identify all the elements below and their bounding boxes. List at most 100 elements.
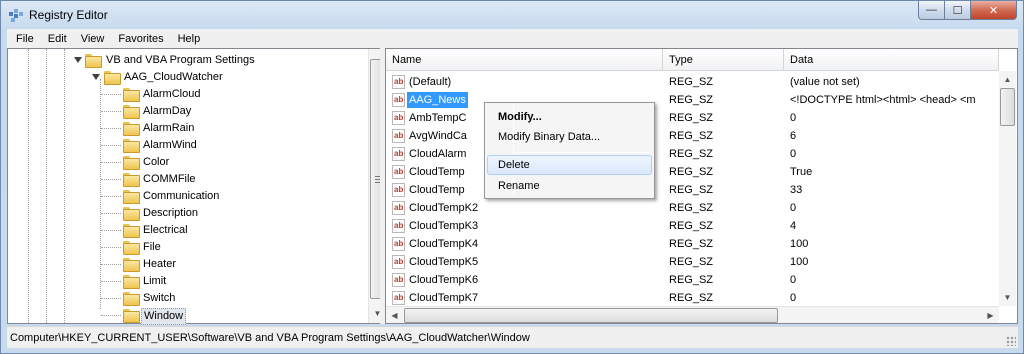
- string-value-icon: ab: [392, 219, 405, 233]
- status-path: Computer\HKEY_CURRENT_USER\Software\VB a…: [10, 332, 530, 344]
- list-hscroll-thumb[interactable]: [404, 308, 778, 323]
- string-value-icon: ab: [392, 273, 405, 287]
- tree-item-switch[interactable]: Switch: [8, 290, 366, 307]
- value-data: 100: [790, 256, 809, 268]
- tree-item-label: Communication: [143, 190, 220, 202]
- menu-item-delete[interactable]: Delete: [487, 155, 652, 175]
- tree-item-vb-settings[interactable]: VB and VBA Program Settings: [8, 52, 366, 69]
- value-name: CloudTemp: [409, 184, 465, 196]
- value-name: CloudTempK6: [409, 274, 479, 286]
- resize-grip-icon[interactable]: [1006, 336, 1016, 346]
- tree-item-description[interactable]: Description: [8, 205, 366, 222]
- string-value-icon: ab: [392, 129, 405, 143]
- list-row[interactable]: ab CloudTempK2 REG_SZ 0: [386, 199, 1001, 217]
- list-row[interactable]: ab CloudTempK4 REG_SZ 100: [386, 235, 1001, 253]
- list-row[interactable]: ab CloudTempK5 REG_SZ 100: [386, 253, 1001, 271]
- registry-editor-window: Registry Editor — ☐ ✕ File Edit View Fav…: [0, 0, 1024, 354]
- menu-file[interactable]: File: [9, 33, 41, 45]
- title-bar[interactable]: Registry Editor — ☐ ✕: [1, 1, 1023, 29]
- string-value-icon: ab: [392, 255, 405, 269]
- column-header-data[interactable]: Data: [784, 49, 999, 71]
- tree-item-label: Description: [143, 207, 199, 219]
- value-data: 100: [790, 238, 809, 250]
- scroll-left-arrow-icon[interactable]: ◀: [386, 307, 403, 324]
- menu-favorites[interactable]: Favorites: [111, 33, 170, 45]
- menu-item-rename[interactable]: Rename: [487, 176, 652, 196]
- window-title: Registry Editor: [29, 8, 108, 22]
- string-value-icon: ab: [392, 147, 405, 161]
- scroll-down-arrow-icon[interactable]: ▼: [999, 289, 1016, 306]
- collapse-arrow-icon[interactable]: [92, 74, 100, 80]
- value-data: <!DOCTYPE html><html> <head> <m: [790, 94, 976, 106]
- tree-item-alarmcloud[interactable]: AlarmCloud: [8, 86, 366, 103]
- tree-item-file[interactable]: File: [8, 239, 366, 256]
- value-data: 0: [790, 112, 797, 124]
- value-type: REG_SZ: [669, 94, 714, 106]
- registry-editor-icon: [9, 9, 23, 22]
- tree-item-label: Limit: [143, 275, 167, 287]
- list-row[interactable]: ab (Default) REG_SZ (value not set): [386, 73, 1001, 91]
- tree-item-heater[interactable]: Heater: [8, 256, 366, 273]
- menu-edit[interactable]: Edit: [41, 33, 74, 45]
- column-header-type[interactable]: Type: [663, 49, 784, 71]
- tree-item-label: VB and VBA Program Settings: [106, 54, 255, 66]
- registry-tree[interactable]: VB and VBA Program Settings AAG_CloudWat…: [7, 48, 385, 325]
- tree-item-communication[interactable]: Communication: [8, 188, 366, 205]
- string-value-icon: ab: [392, 291, 405, 305]
- list-row[interactable]: ab CloudTemp REG_SZ True: [386, 163, 1001, 181]
- value-type: REG_SZ: [669, 130, 714, 142]
- list-vertical-scrollbar[interactable]: ▲ ▼: [999, 71, 1016, 306]
- list-row[interactable]: ab AmbTempC REG_SZ 0: [386, 109, 1001, 127]
- status-bar: Computer\HKEY_CURRENT_USER\Software\VB a…: [7, 326, 1018, 348]
- tree-item-electrical[interactable]: Electrical: [8, 222, 366, 239]
- list-row[interactable]: ab AvgWindCa REG_SZ 6: [386, 127, 1001, 145]
- list-row[interactable]: ab CloudTempK7 REG_SZ 0: [386, 289, 1001, 307]
- list-row[interactable]: ab CloudAlarm REG_SZ 0: [386, 145, 1001, 163]
- list-row[interactable]: ab CloudTempK6 REG_SZ 0: [386, 271, 1001, 289]
- tree-item-label: Heater: [143, 258, 177, 270]
- tree-item-alarmwind[interactable]: AlarmWind: [8, 137, 366, 154]
- tree-item-label: Color: [143, 156, 170, 168]
- tree-item-aag-cloudwatcher[interactable]: AAG_CloudWatcher: [8, 69, 366, 86]
- scroll-up-arrow-icon[interactable]: ▲: [999, 71, 1016, 88]
- list-row[interactable]: ab AAG_News REG_SZ <!DOCTYPE html><html>…: [386, 91, 1001, 109]
- tree-item-alarmrain[interactable]: AlarmRain: [8, 120, 366, 137]
- values-list[interactable]: Name Type Data ab (Default) REG_SZ (valu…: [385, 48, 1018, 324]
- tree-item-label: COMMFile: [143, 173, 196, 185]
- value-name: AAG_News: [407, 92, 468, 108]
- minimize-button[interactable]: —: [918, 1, 945, 20]
- column-header-name[interactable]: Name: [386, 49, 663, 71]
- tree-item-color[interactable]: Color: [8, 154, 366, 171]
- folder-icon: [123, 190, 140, 204]
- string-value-icon: ab: [392, 201, 405, 215]
- value-data: True: [790, 166, 813, 178]
- value-type: REG_SZ: [669, 292, 714, 304]
- scroll-right-arrow-icon[interactable]: ▶: [982, 307, 999, 324]
- value-name: CloudTempK5: [409, 256, 479, 268]
- folder-icon: [123, 105, 140, 119]
- menu-help[interactable]: Help: [171, 33, 208, 45]
- menu-view[interactable]: View: [74, 33, 112, 45]
- context-menu: Modify... Modify Binary Data... Delete R…: [484, 102, 655, 199]
- value-type: REG_SZ: [669, 166, 714, 178]
- folder-icon: [123, 207, 140, 221]
- tree-item-limit[interactable]: Limit: [8, 273, 366, 290]
- close-button[interactable]: ✕: [971, 1, 1017, 20]
- tree-item-window[interactable]: Window: [8, 307, 366, 325]
- value-name: CloudTempK7: [409, 292, 479, 304]
- list-horizontal-scrollbar[interactable]: ◀ ▶: [386, 306, 999, 323]
- list-scroll-thumb[interactable]: [1000, 88, 1015, 126]
- tree-item-alarmday[interactable]: AlarmDay: [8, 103, 366, 120]
- menu-separator: [515, 152, 650, 153]
- menu-item-modify[interactable]: Modify...: [487, 107, 652, 127]
- list-row[interactable]: ab CloudTemp REG_SZ 33: [386, 181, 1001, 199]
- folder-icon: [123, 241, 140, 255]
- collapse-arrow-icon[interactable]: [74, 57, 82, 63]
- menu-item-modify-binary[interactable]: Modify Binary Data...: [487, 127, 652, 147]
- maximize-button[interactable]: ☐: [945, 1, 971, 20]
- list-row[interactable]: ab CloudTempK3 REG_SZ 4: [386, 217, 1001, 235]
- tree-item-label: Switch: [143, 292, 176, 304]
- string-value-icon: ab: [392, 237, 405, 251]
- folder-icon: [123, 139, 140, 153]
- tree-item-commfile[interactable]: COMMFile: [8, 171, 366, 188]
